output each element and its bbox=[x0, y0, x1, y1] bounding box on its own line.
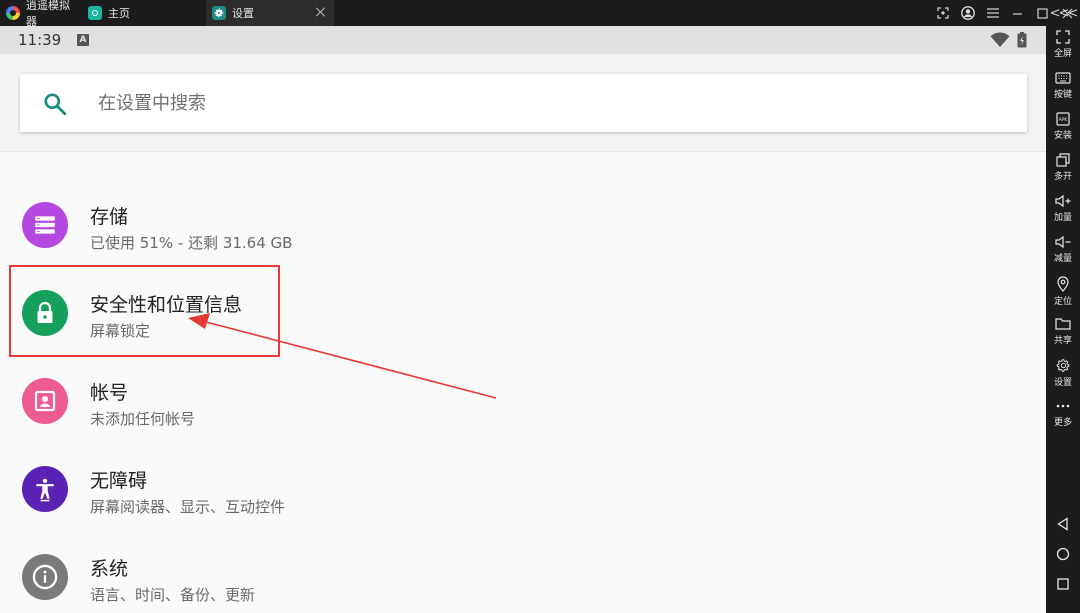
tab-close-icon[interactable] bbox=[314, 5, 328, 19]
settings-item-title: 帐号 bbox=[90, 382, 129, 404]
user-icon bbox=[960, 6, 975, 20]
settings-item-title: 安全性和位置信息 bbox=[90, 294, 243, 316]
settings-item-subtitle: 已使用 51% - 还剩 31.64 GB bbox=[90, 234, 293, 252]
toolbar-label: 多开 bbox=[1053, 172, 1072, 182]
settings-item-subtitle: 屏幕阅读器、显示、互动控件 bbox=[90, 498, 286, 516]
search-input[interactable] bbox=[98, 74, 998, 132]
location-pin-icon bbox=[1057, 276, 1069, 292]
menu-button[interactable] bbox=[980, 0, 1005, 26]
tab-brand[interactable]: 逍遥模拟器 bbox=[0, 0, 82, 28]
svg-text:APK: APK bbox=[1059, 117, 1069, 123]
settings-item-storage[interactable]: 存储 已使用 51% - 还剩 31.64 GB bbox=[0, 180, 1046, 268]
settings-item-title: 系统 bbox=[90, 558, 129, 580]
search-bar[interactable] bbox=[20, 74, 1027, 132]
volume-down-button[interactable]: 减量 bbox=[1046, 231, 1080, 271]
keyboard-icon bbox=[1055, 72, 1071, 84]
toolbar-label: 减量 bbox=[1053, 254, 1072, 264]
collapse-toolbar-button[interactable]: <<< bbox=[1046, 0, 1080, 26]
settings-item-title: 无障碍 bbox=[90, 470, 148, 492]
tab-settings[interactable]: 设置 bbox=[206, 0, 334, 26]
settings-item-accounts[interactable]: 帐号 未添加任何帐号 bbox=[0, 356, 1046, 444]
install-apk-button[interactable]: APK 安装 bbox=[1046, 108, 1080, 148]
android-screen: 11:39 A 存储 已使用 51% - 还剩 31.64 GB 安全性和位置信… bbox=[0, 26, 1046, 613]
fullscreen-button[interactable]: 全屏 bbox=[1046, 26, 1080, 66]
settings-item-security[interactable]: 安全性和位置信息 屏幕锁定 bbox=[0, 268, 1046, 356]
accessibility-icon bbox=[22, 466, 68, 512]
search-icon bbox=[44, 93, 67, 116]
folder-icon bbox=[1055, 318, 1071, 330]
more-button[interactable]: 更多 bbox=[1046, 395, 1080, 435]
status-clock: 11:39 bbox=[18, 31, 62, 49]
home-app-icon bbox=[88, 6, 102, 20]
multi-instance-button[interactable]: 多开 bbox=[1046, 149, 1080, 189]
tab-label: 主页 bbox=[108, 7, 130, 20]
apk-icon: APK bbox=[1056, 112, 1070, 126]
toolbar-label: 定位 bbox=[1053, 297, 1072, 307]
settings-item-title: 存储 bbox=[90, 206, 129, 228]
battery-icon bbox=[1017, 32, 1027, 48]
emulator-settings-button[interactable]: 设置 bbox=[1046, 354, 1080, 394]
keymap-button[interactable]: 按键 bbox=[1046, 67, 1080, 107]
emulator-toolbar: 全屏 按键 APK 安装 多开 加量 减量 定位 共享 设置 更多 bbox=[1046, 26, 1080, 613]
recents-square-icon bbox=[1057, 578, 1069, 590]
account-button[interactable] bbox=[955, 0, 980, 26]
toolbar-label: 设置 bbox=[1053, 378, 1072, 388]
settings-item-system[interactable]: 系统 语言、时间、备份、更新 bbox=[0, 532, 1046, 613]
volume-up-button[interactable]: 加量 bbox=[1046, 190, 1080, 230]
shared-folder-button[interactable]: 共享 bbox=[1046, 313, 1080, 353]
minimize-button[interactable] bbox=[1005, 0, 1030, 26]
lock-icon bbox=[22, 290, 68, 336]
settings-item-subtitle: 未添加任何帐号 bbox=[90, 410, 196, 428]
toolbar-label: 安装 bbox=[1053, 131, 1072, 141]
screenshot-icon bbox=[936, 7, 949, 19]
tab-label: 逍遥模拟器 bbox=[26, 0, 70, 28]
toolbar-label: 按键 bbox=[1053, 90, 1072, 100]
settings-item-subtitle: 屏幕锁定 bbox=[90, 322, 151, 340]
settings-item-subtitle: 语言、时间、备份、更新 bbox=[90, 586, 256, 604]
nav-back-button[interactable] bbox=[1046, 512, 1080, 536]
hamburger-icon bbox=[986, 8, 999, 18]
memu-logo-icon bbox=[6, 6, 20, 20]
account-icon bbox=[22, 378, 68, 424]
more-dots-icon bbox=[1056, 404, 1070, 408]
settings-item-accessibility[interactable]: 无障碍 屏幕阅读器、显示、互动控件 bbox=[0, 444, 1046, 532]
toolbar-label: 更多 bbox=[1053, 418, 1072, 428]
tab-label: 设置 bbox=[232, 7, 254, 20]
home-circle-icon bbox=[1056, 547, 1070, 561]
notification-icon: A bbox=[77, 34, 89, 46]
info-icon bbox=[22, 554, 68, 600]
storage-icon bbox=[22, 202, 68, 248]
screenshot-button[interactable] bbox=[930, 0, 955, 26]
volume-up-icon bbox=[1055, 194, 1071, 208]
multi-window-icon bbox=[1056, 153, 1070, 167]
emulator-titlebar: 逍遥模拟器 主页 设置 bbox=[0, 0, 1080, 28]
toolbar-label: 共享 bbox=[1053, 336, 1072, 346]
toolbar-label: 加量 bbox=[1053, 213, 1072, 223]
location-button[interactable]: 定位 bbox=[1046, 272, 1080, 312]
volume-down-icon bbox=[1055, 235, 1071, 249]
status-bar: 11:39 A bbox=[0, 26, 1046, 54]
minimize-icon bbox=[1013, 12, 1022, 15]
back-triangle-icon bbox=[1057, 517, 1068, 531]
toolbar-label: 全屏 bbox=[1053, 49, 1072, 59]
fullscreen-icon bbox=[1056, 30, 1070, 44]
nav-recents-button[interactable] bbox=[1046, 572, 1080, 596]
nav-home-button[interactable] bbox=[1046, 542, 1080, 566]
settings-app-icon bbox=[212, 6, 226, 20]
gear-icon bbox=[1056, 359, 1069, 372]
search-area bbox=[0, 54, 1046, 152]
tab-home[interactable]: 主页 bbox=[82, 0, 206, 26]
wifi-icon bbox=[990, 32, 1010, 47]
